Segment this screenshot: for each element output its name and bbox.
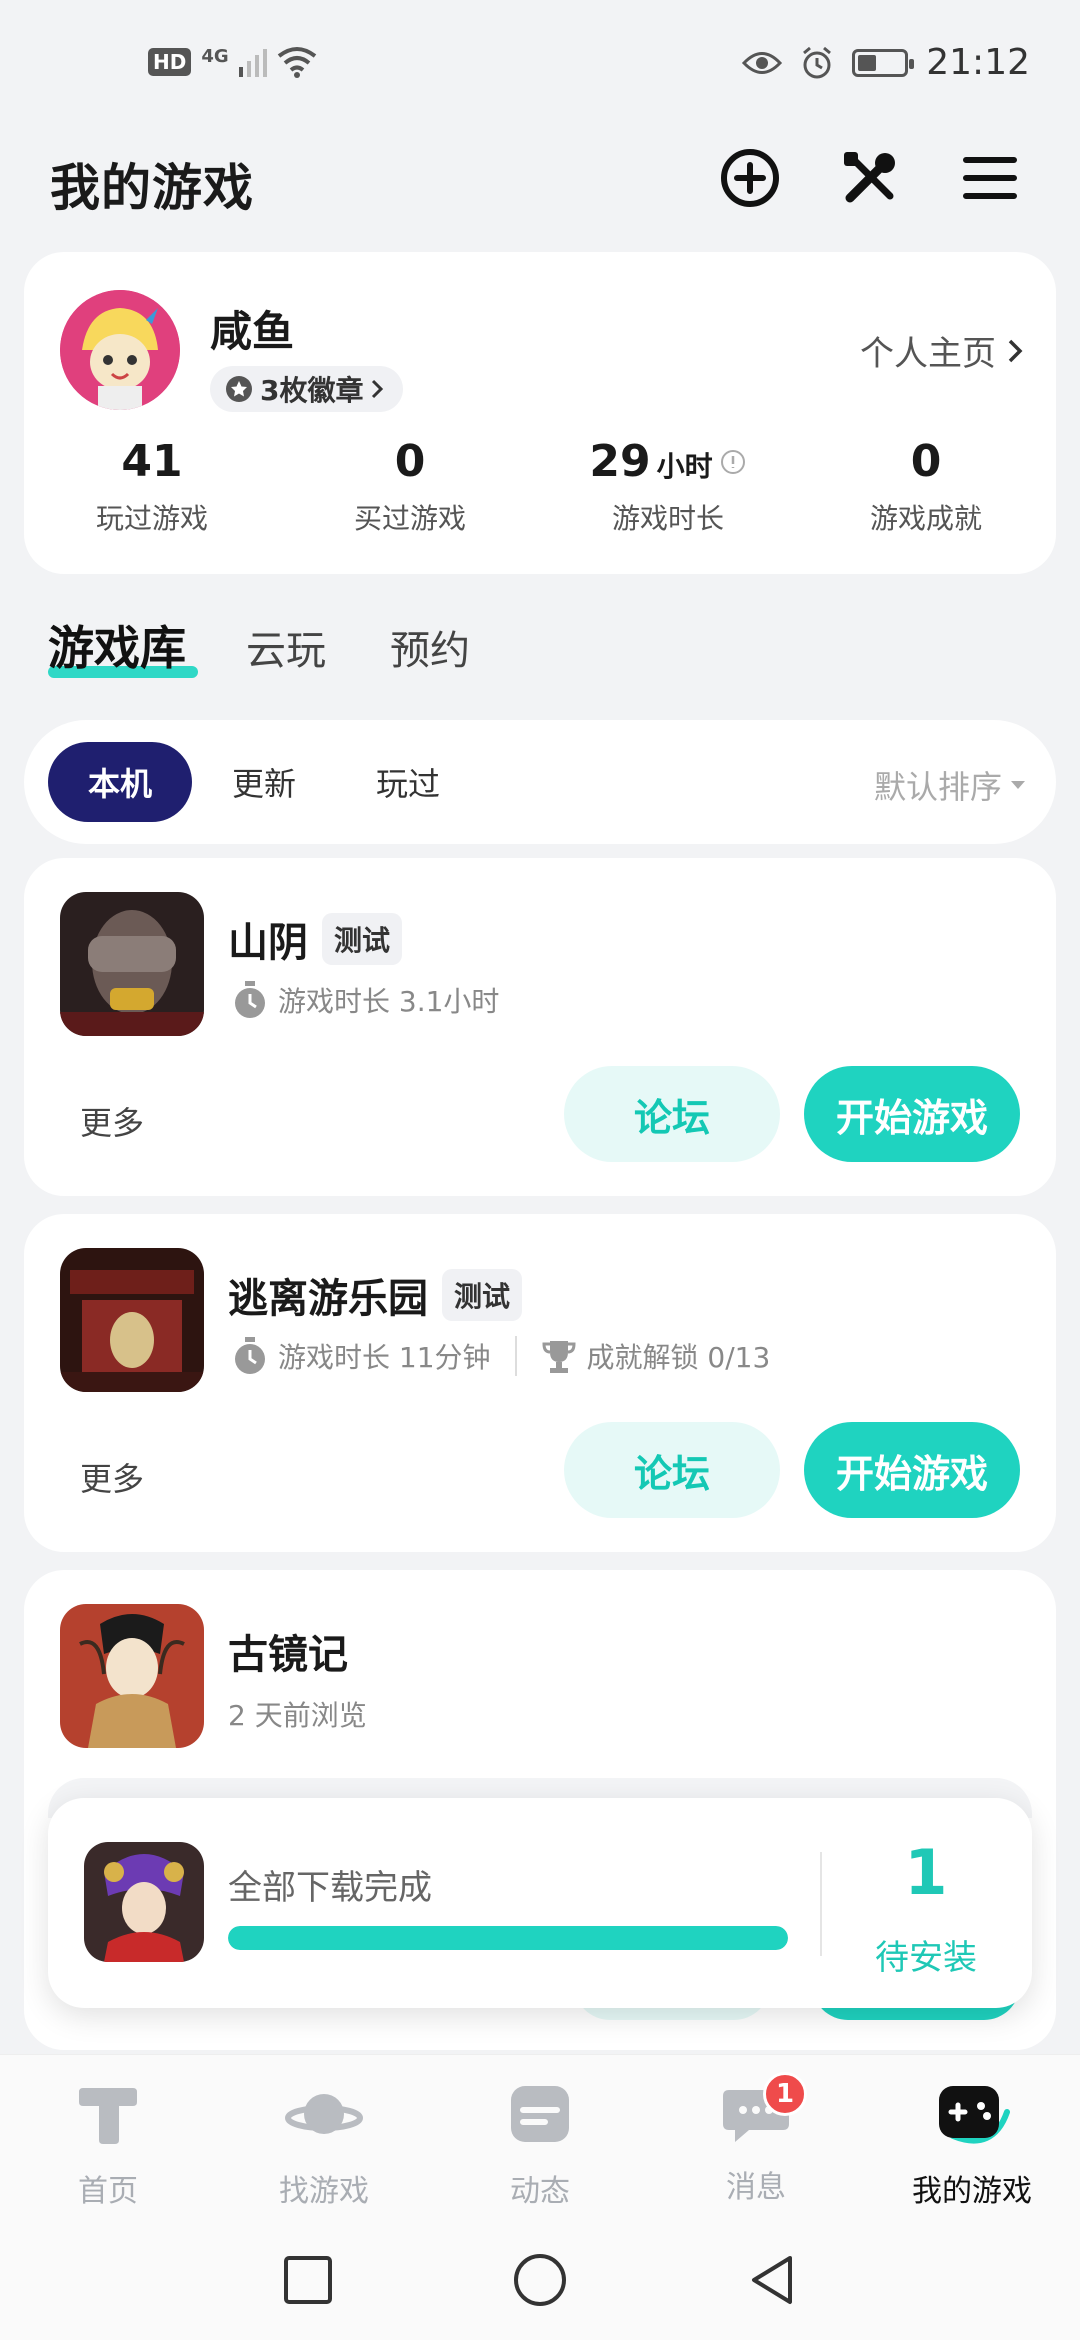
download-progress-bar bbox=[228, 1926, 788, 1950]
home-icon bbox=[79, 2088, 137, 2144]
start-game-button[interactable]: 开始游戏 bbox=[804, 1066, 1020, 1162]
download-progress-fill bbox=[228, 1926, 788, 1950]
nav-item-my-games[interactable]: 我的游戏 bbox=[892, 2082, 1052, 2210]
game-meta: 游戏时长 11分钟 成就解锁 0/13 bbox=[232, 1336, 770, 1376]
playtime-text: 游戏时长 3.1小时 bbox=[278, 985, 500, 1018]
game-cover[interactable] bbox=[60, 1248, 204, 1392]
stat-label: 玩过游戏 bbox=[95, 502, 208, 535]
game-name[interactable]: 古镜记 bbox=[228, 1622, 348, 1680]
nav-label: 找游戏 bbox=[279, 2174, 369, 2209]
stat-label: 游戏成就 bbox=[869, 502, 982, 535]
pending-install-label[interactable]: 待安装 bbox=[826, 1930, 1026, 1979]
tab-game-library[interactable]: 游戏库 bbox=[48, 612, 186, 678]
pending-install-count[interactable]: 1 bbox=[826, 1836, 1026, 1909]
nav-item-messages[interactable]: 1 消息 bbox=[676, 2072, 836, 2206]
stat-label: 买过游戏 bbox=[353, 502, 466, 535]
status-right: 21:12 bbox=[742, 42, 1030, 83]
homepage-label: 个人主页 bbox=[860, 334, 996, 374]
stat-value: 41 bbox=[121, 436, 183, 487]
nav-label: 消息 bbox=[726, 2170, 786, 2205]
status-left: HD 4G bbox=[148, 46, 317, 78]
more-button[interactable]: 更多 bbox=[80, 1098, 144, 1144]
nav-label: 首页 bbox=[78, 2174, 138, 2209]
message-badge: 1 bbox=[763, 2072, 807, 2116]
stopwatch-icon bbox=[235, 1337, 265, 1374]
test-tag: 测试 bbox=[322, 913, 403, 965]
playtime-text: 游戏时长 11分钟 bbox=[278, 1341, 491, 1374]
add-circle-icon[interactable] bbox=[718, 146, 782, 210]
chevron-right-icon bbox=[1008, 339, 1023, 362]
user-name: 咸鱼 bbox=[210, 307, 295, 356]
download-divider bbox=[820, 1852, 822, 1956]
game-meta: 游戏时长 3.1小时 bbox=[232, 980, 499, 1020]
status-bar: HD 4G 21:12 bbox=[0, 0, 1080, 130]
sort-label: 默认排序 bbox=[873, 768, 1002, 806]
filter-chip-local[interactable]: 本机 bbox=[48, 742, 192, 822]
test-tag: 测试 bbox=[442, 1269, 523, 1321]
nav-label: 动态 bbox=[510, 2174, 570, 2209]
menu-icon[interactable] bbox=[958, 146, 1022, 210]
nav-label: 我的游戏 bbox=[912, 2174, 1032, 2209]
chevron-right-icon bbox=[372, 379, 384, 399]
download-status: 全部下载完成 bbox=[228, 1868, 432, 1908]
gamepad-icon bbox=[939, 2086, 1010, 2144]
nav-item-find-games[interactable]: 找游戏 bbox=[244, 2082, 404, 2210]
start-game-button[interactable]: 开始游戏 bbox=[804, 1422, 1020, 1518]
wifi-icon bbox=[277, 47, 316, 78]
filter-chip-update[interactable]: 更新 bbox=[204, 742, 324, 822]
stat-unit: 小时 bbox=[656, 450, 713, 483]
home-circle-icon[interactable] bbox=[512, 2252, 568, 2308]
stat-played-games[interactable]: 41 玩过游戏 bbox=[52, 436, 252, 537]
badge-count: 3枚徽章 bbox=[260, 374, 364, 407]
game-name[interactable]: 逃离游乐园 bbox=[228, 1266, 428, 1324]
stat-label: 游戏时长 bbox=[611, 502, 724, 535]
info-icon[interactable] bbox=[719, 448, 747, 476]
page-title: 我的游戏 bbox=[50, 159, 254, 217]
browsed-text: 2 天前浏览 bbox=[228, 1699, 367, 1732]
more-button[interactable]: 更多 bbox=[80, 1454, 144, 1500]
trophy-icon bbox=[542, 1341, 576, 1373]
battery-icon bbox=[852, 48, 915, 77]
stat-play-time[interactable]: 29 小时 游戏时长 bbox=[568, 436, 768, 537]
sort-select[interactable]: 默认排序 bbox=[874, 762, 1026, 808]
tab-cloud-play[interactable]: 云玩 bbox=[246, 618, 326, 676]
filter-chip-played[interactable]: 玩过 bbox=[348, 742, 468, 822]
forum-button[interactable]: 论坛 bbox=[564, 1422, 780, 1518]
avatar[interactable] bbox=[60, 290, 180, 410]
alarm-icon bbox=[803, 46, 832, 78]
forum-button[interactable]: 论坛 bbox=[564, 1066, 780, 1162]
feed-icon bbox=[511, 2086, 569, 2142]
game-cover[interactable] bbox=[60, 892, 204, 1036]
stat-achievements[interactable]: 0 游戏成就 bbox=[826, 436, 1026, 537]
recent-apps-icon[interactable] bbox=[280, 2252, 336, 2308]
stat-value: 29 bbox=[589, 436, 651, 487]
back-triangle-icon[interactable] bbox=[744, 2252, 800, 2308]
homepage-link[interactable]: 个人主页 bbox=[860, 326, 1024, 375]
game-title-row: 山阴 测试 bbox=[228, 910, 403, 968]
game-name[interactable]: 山阴 bbox=[228, 910, 308, 968]
badge-chip[interactable]: 3枚徽章 bbox=[210, 366, 404, 412]
caret-down-icon bbox=[1011, 781, 1025, 789]
stopwatch-icon bbox=[235, 981, 265, 1018]
eye-icon bbox=[742, 51, 783, 74]
signal-icon bbox=[238, 49, 267, 77]
achievements-text: 成就解锁 0/13 bbox=[586, 1341, 771, 1374]
stat-value: 0 bbox=[910, 436, 942, 487]
hd-indicator: HD bbox=[148, 48, 192, 76]
planet-icon bbox=[285, 2094, 363, 2134]
tab-reservation[interactable]: 预约 bbox=[390, 618, 470, 676]
stat-value: 0 bbox=[394, 436, 426, 487]
nav-item-home[interactable]: 首页 bbox=[28, 2082, 188, 2210]
tools-icon[interactable] bbox=[838, 146, 902, 210]
game-cover[interactable] bbox=[60, 1604, 204, 1748]
game-title-row: 逃离游乐园 测试 bbox=[228, 1266, 523, 1324]
stat-bought-games[interactable]: 0 买过游戏 bbox=[310, 436, 510, 537]
medal-icon bbox=[226, 376, 252, 402]
meta-divider bbox=[514, 1336, 517, 1376]
nav-item-feed[interactable]: 动态 bbox=[460, 2082, 620, 2210]
status-time: 21:12 bbox=[926, 42, 1030, 83]
network-type: 4G bbox=[201, 46, 229, 67]
download-game-cover bbox=[84, 1842, 204, 1962]
message-icon-wrap: 1 bbox=[717, 2072, 807, 2146]
